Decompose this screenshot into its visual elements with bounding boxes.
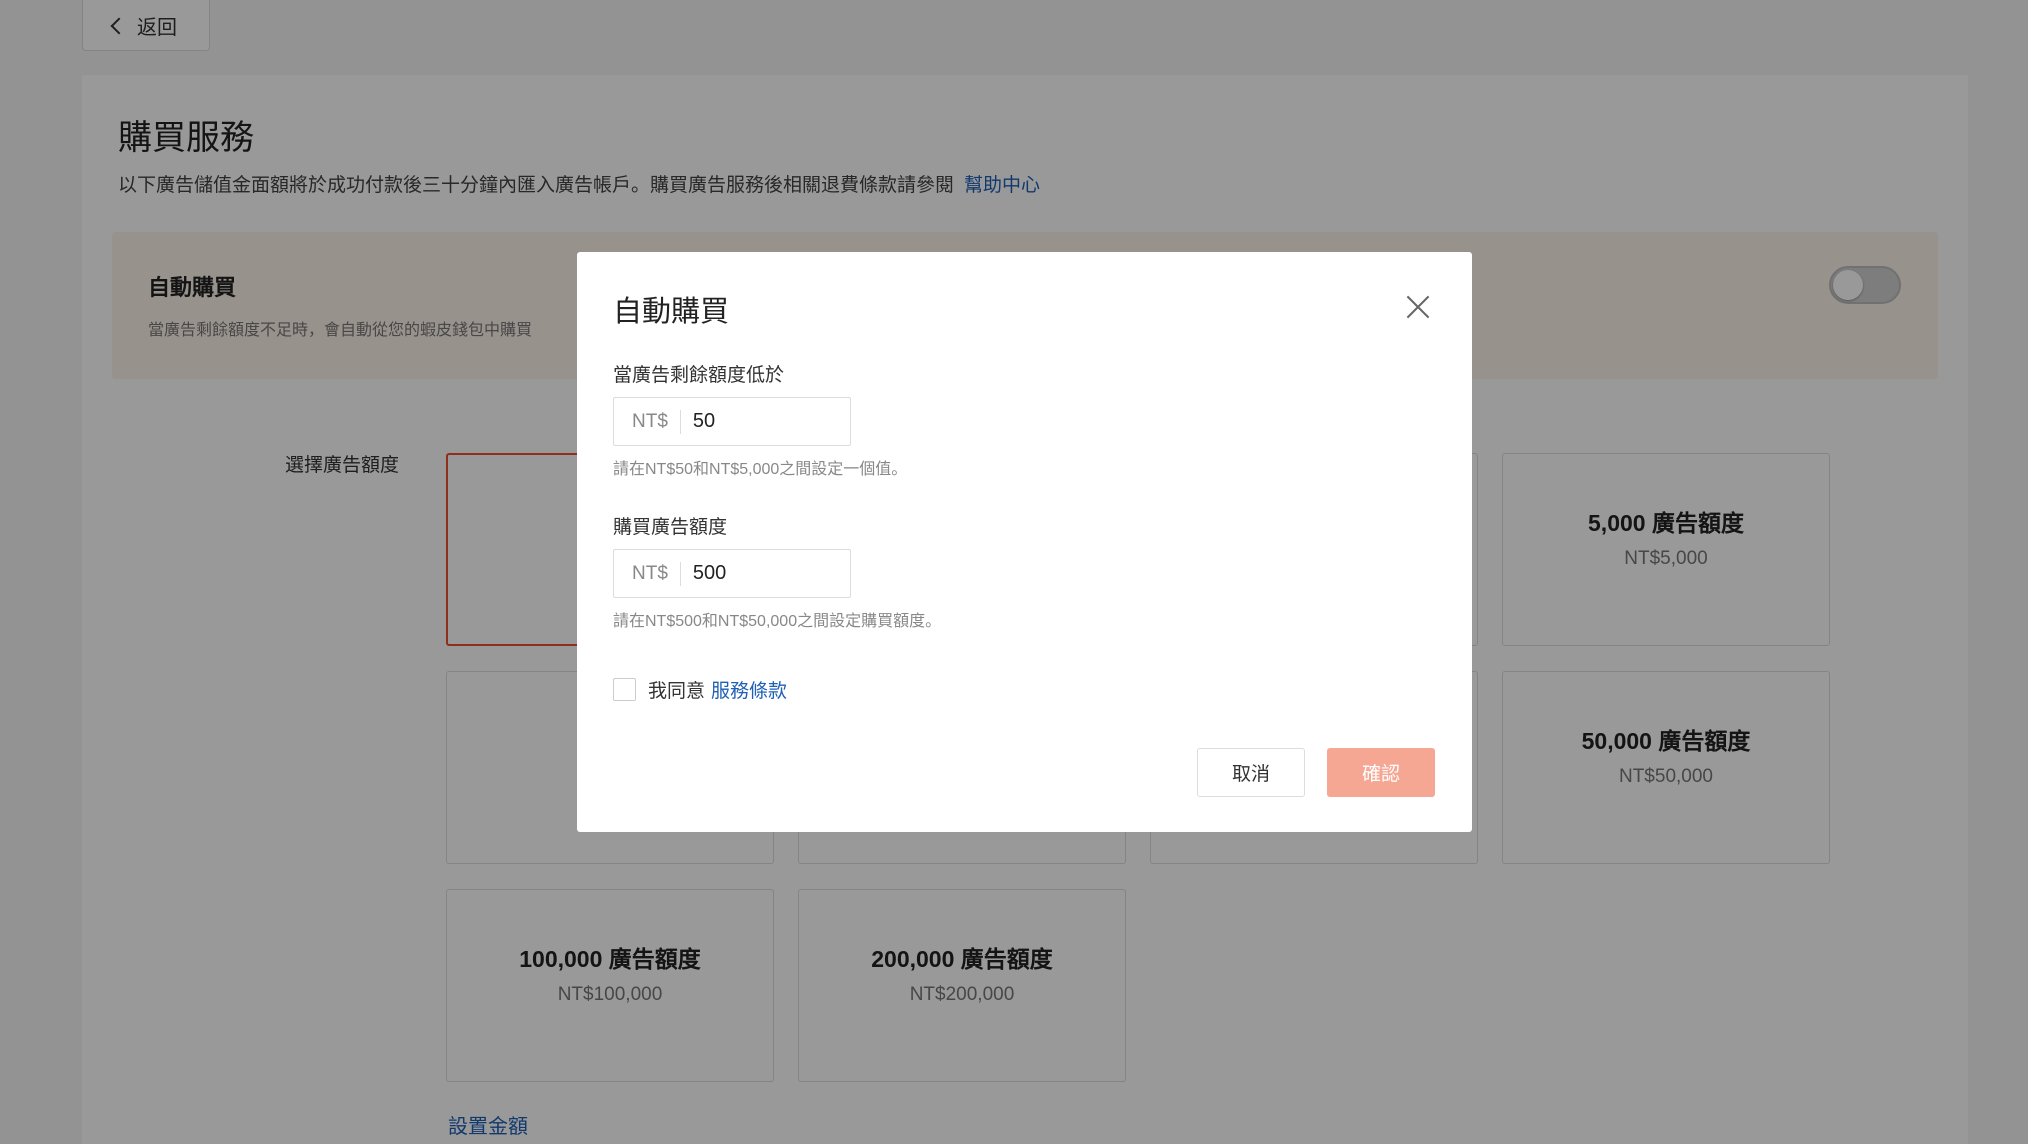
cancel-button[interactable]: 取消: [1197, 748, 1305, 797]
threshold-hint: 請在NT$50和NT$5,000之間設定一個值。: [613, 461, 908, 478]
agreement-row: 我同意 服務條款: [613, 676, 787, 703]
close-icon[interactable]: [1403, 292, 1433, 322]
confirm-button[interactable]: 確認: [1327, 748, 1435, 797]
terms-link[interactable]: 服務條款: [711, 681, 787, 702]
page: 返回 購買服務 以下廣告儲值金面額將於成功付款後三十分鐘內匯入廣告帳戶。購買廣告…: [0, 0, 2028, 1144]
agree-text: 我同意 服務條款: [648, 681, 788, 702]
purchase-amount-input[interactable]: [680, 562, 841, 585]
agree-checkbox[interactable]: [613, 678, 636, 701]
modal-title: 自動購買: [613, 296, 730, 328]
purchase-amount-field[interactable]: NT$: [613, 549, 851, 598]
currency-prefix: NT$: [614, 409, 681, 434]
threshold-field[interactable]: NT$: [613, 397, 851, 446]
threshold-label: 當廣告剩餘額度低於: [613, 365, 785, 386]
purchase-amount-hint: 請在NT$500和NT$50,000之間設定購買額度。: [613, 613, 942, 630]
purchase-amount-label: 購買廣告額度: [613, 517, 728, 538]
auto-purchase-modal: 自動購買 當廣告剩餘額度低於 NT$ 請在NT$50和NT$5,000之間設定一…: [577, 252, 1472, 832]
threshold-input[interactable]: [680, 410, 841, 433]
currency-prefix: NT$: [614, 561, 681, 586]
